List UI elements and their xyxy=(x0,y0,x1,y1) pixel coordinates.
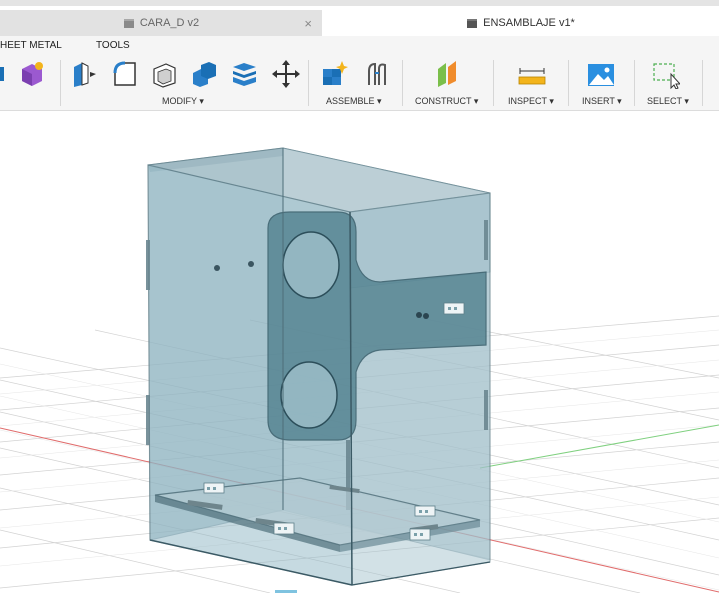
divider xyxy=(568,60,569,106)
document-icon xyxy=(123,19,134,28)
3d-viewport[interactable] xyxy=(0,111,719,593)
divider xyxy=(402,60,403,106)
close-icon[interactable]: × xyxy=(304,16,312,31)
split-body-icon[interactable] xyxy=(230,59,258,89)
new-component-icon[interactable] xyxy=(320,59,348,89)
round-cutout xyxy=(280,361,338,429)
toolbar: MODIFY ▾ ASSEMBLE ▾ CONSTRUCT ▾ INSPECT … xyxy=(0,54,719,111)
construct-menu[interactable]: CONSTRUCT ▾ xyxy=(415,96,478,107)
workspace-tabs: HEET METAL TOOLS xyxy=(0,36,719,54)
divider xyxy=(493,60,494,106)
create-sketch-icon[interactable] xyxy=(0,59,12,89)
tab-cara-d[interactable]: CARA_D v2 × xyxy=(0,10,322,36)
select-menu[interactable]: SELECT ▾ xyxy=(647,96,689,107)
document-icon xyxy=(467,19,478,28)
model-canvas xyxy=(0,147,719,593)
tab-sheet-metal[interactable]: HEET METAL xyxy=(0,40,62,51)
extra-tool-icon[interactable] xyxy=(710,59,719,89)
tab-ensamblaje[interactable]: ENSAMBLAJE v1* xyxy=(322,10,719,36)
divider xyxy=(60,60,61,106)
joint-icon[interactable] xyxy=(363,59,391,89)
tab-label: ENSAMBLAJE v1* xyxy=(483,17,575,29)
inspect-menu[interactable]: INSPECT ▾ xyxy=(508,96,554,107)
offset-plane-icon[interactable] xyxy=(434,59,462,89)
move-icon[interactable] xyxy=(272,59,300,89)
enclosure-model[interactable] xyxy=(146,147,491,586)
insert-image-icon[interactable] xyxy=(587,59,615,89)
shell-icon[interactable] xyxy=(150,59,178,89)
combine-icon[interactable] xyxy=(190,59,218,89)
modify-menu[interactable]: MODIFY ▾ xyxy=(162,96,204,107)
select-box-icon[interactable] xyxy=(652,59,682,90)
tab-label: CARA_D v2 xyxy=(139,17,200,29)
measure-icon[interactable] xyxy=(518,59,546,89)
document-tab-bar: CARA_D v2 × ENSAMBLAJE v1* xyxy=(0,6,719,36)
create-form-icon[interactable] xyxy=(18,59,46,89)
divider xyxy=(308,60,309,106)
round-cutout xyxy=(282,231,340,299)
press-pull-icon[interactable] xyxy=(70,59,98,89)
divider xyxy=(634,60,635,106)
insert-menu[interactable]: INSERT ▾ xyxy=(582,96,622,107)
assemble-menu[interactable]: ASSEMBLE ▾ xyxy=(326,96,382,107)
tab-tools[interactable]: TOOLS xyxy=(96,40,130,51)
y-axis-line xyxy=(479,424,719,469)
fillet-icon[interactable] xyxy=(111,59,139,89)
divider xyxy=(702,60,703,106)
